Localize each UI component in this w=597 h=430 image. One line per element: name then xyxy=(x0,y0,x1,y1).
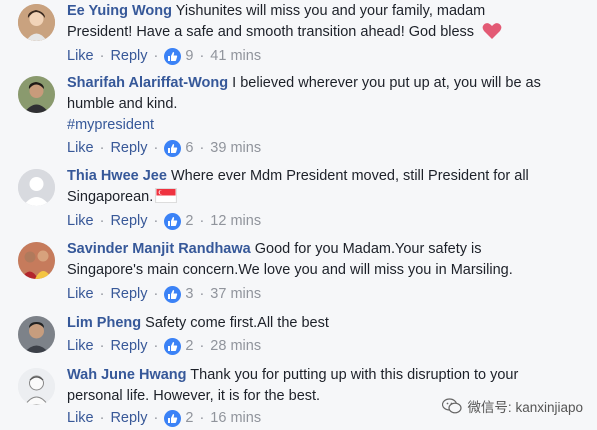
comment-author[interactable]: Ee Yuing Wong xyxy=(67,3,172,19)
heart-icon xyxy=(482,23,502,39)
reply-link[interactable]: Reply xyxy=(110,140,147,156)
comment-author[interactable]: Savinder Manjit Randhawa xyxy=(67,241,251,257)
like-reaction-icon[interactable] xyxy=(164,285,182,303)
separator: · xyxy=(99,48,105,64)
timestamp[interactable]: 41 mins xyxy=(210,48,261,64)
like-reaction-icon[interactable] xyxy=(164,409,182,427)
wechat-icon xyxy=(442,398,463,414)
reply-link[interactable]: Reply xyxy=(110,338,147,354)
comment-author[interactable]: Wah June Hwang xyxy=(67,367,187,383)
avatar[interactable] xyxy=(18,242,55,279)
like-reaction-icon[interactable] xyxy=(164,212,182,230)
comment-text: Yishunites will miss you and your family… xyxy=(175,3,486,19)
separator: · xyxy=(153,286,159,302)
avatar[interactable] xyxy=(18,316,55,353)
comment-text: Where ever Mdm President moved, still Pr… xyxy=(170,168,529,184)
like-link[interactable]: Like xyxy=(67,338,94,354)
separator: · xyxy=(199,410,205,426)
timestamp[interactable]: 12 mins xyxy=(210,213,261,229)
separator: · xyxy=(199,213,205,229)
like-reaction-icon[interactable] xyxy=(164,47,182,65)
wechat-watermark: 微信号: kanxinjiapo xyxy=(442,396,583,416)
separator: · xyxy=(99,286,105,302)
timestamp[interactable]: 37 mins xyxy=(210,286,261,302)
like-link[interactable]: Like xyxy=(67,410,94,426)
separator: · xyxy=(199,338,205,354)
timestamp[interactable]: 16 mins xyxy=(210,410,261,426)
comment-text: Good for you Madam.Your safety is xyxy=(254,241,482,257)
comment-text: Safety come first.All the best xyxy=(145,315,329,331)
timestamp[interactable]: 39 mins xyxy=(210,140,261,156)
separator: · xyxy=(153,213,159,229)
avatar-photo-icon xyxy=(18,4,55,41)
avatar[interactable] xyxy=(18,76,55,113)
reaction-count[interactable]: 6 xyxy=(185,140,193,156)
separator: · xyxy=(99,140,105,156)
avatar[interactable] xyxy=(18,368,55,405)
reaction-count[interactable]: 2 xyxy=(185,338,193,354)
separator: · xyxy=(153,48,159,64)
reaction-count[interactable]: 2 xyxy=(185,213,193,229)
singapore-flag-icon xyxy=(155,188,178,203)
avatar-photo-icon xyxy=(18,368,55,405)
avatar-photo-icon xyxy=(18,242,55,279)
avatar-photo-icon xyxy=(18,316,55,353)
comment-author[interactable]: Thia Hwee Jee xyxy=(67,168,167,184)
hashtag-link[interactable]: #mypresident xyxy=(67,117,154,133)
timestamp[interactable]: 28 mins xyxy=(210,338,261,354)
avatar[interactable] xyxy=(18,4,55,41)
comment-text: Thank you for putting up with this disru… xyxy=(190,367,519,383)
separator: · xyxy=(199,286,205,302)
like-link[interactable]: Like xyxy=(67,213,94,229)
reaction-count[interactable]: 2 xyxy=(185,410,193,426)
watermark-text: 微信号: kanxinjiapo xyxy=(467,400,583,415)
separator: · xyxy=(99,213,105,229)
comment-author[interactable]: Lim Pheng xyxy=(67,315,141,331)
separator: · xyxy=(99,410,105,426)
comment-text: Singapore's main concern.We love you and… xyxy=(67,262,513,278)
separator: · xyxy=(199,140,205,156)
reply-link[interactable]: Reply xyxy=(110,48,147,64)
separator: · xyxy=(153,140,159,156)
separator: · xyxy=(199,48,205,64)
avatar[interactable] xyxy=(18,169,55,206)
comment-author[interactable]: Sharifah Alariffat-Wong xyxy=(67,75,228,91)
like-link[interactable]: Like xyxy=(67,286,94,302)
comment-text: President! Have a safe and smooth transi… xyxy=(67,24,475,40)
comment-text: humble and kind. xyxy=(67,96,178,112)
reply-link[interactable]: Reply xyxy=(110,213,147,229)
separator: · xyxy=(99,338,105,354)
comment-text: personal life. However, it is for the be… xyxy=(67,388,321,404)
like-reaction-icon[interactable] xyxy=(164,337,182,355)
separator: · xyxy=(153,338,159,354)
like-reaction-icon[interactable] xyxy=(164,139,182,157)
comment-text: I believed wherever you put up at, you w… xyxy=(232,75,541,91)
reaction-count[interactable]: 3 xyxy=(185,286,193,302)
avatar-photo-icon xyxy=(18,76,55,113)
default-avatar-icon xyxy=(18,169,55,206)
like-link[interactable]: Like xyxy=(67,140,94,156)
separator: · xyxy=(153,410,159,426)
comment-text: Singaporean. xyxy=(67,189,154,205)
reaction-count[interactable]: 9 xyxy=(185,48,193,64)
reply-link[interactable]: Reply xyxy=(110,410,147,426)
reply-link[interactable]: Reply xyxy=(110,286,147,302)
like-link[interactable]: Like xyxy=(67,48,94,64)
